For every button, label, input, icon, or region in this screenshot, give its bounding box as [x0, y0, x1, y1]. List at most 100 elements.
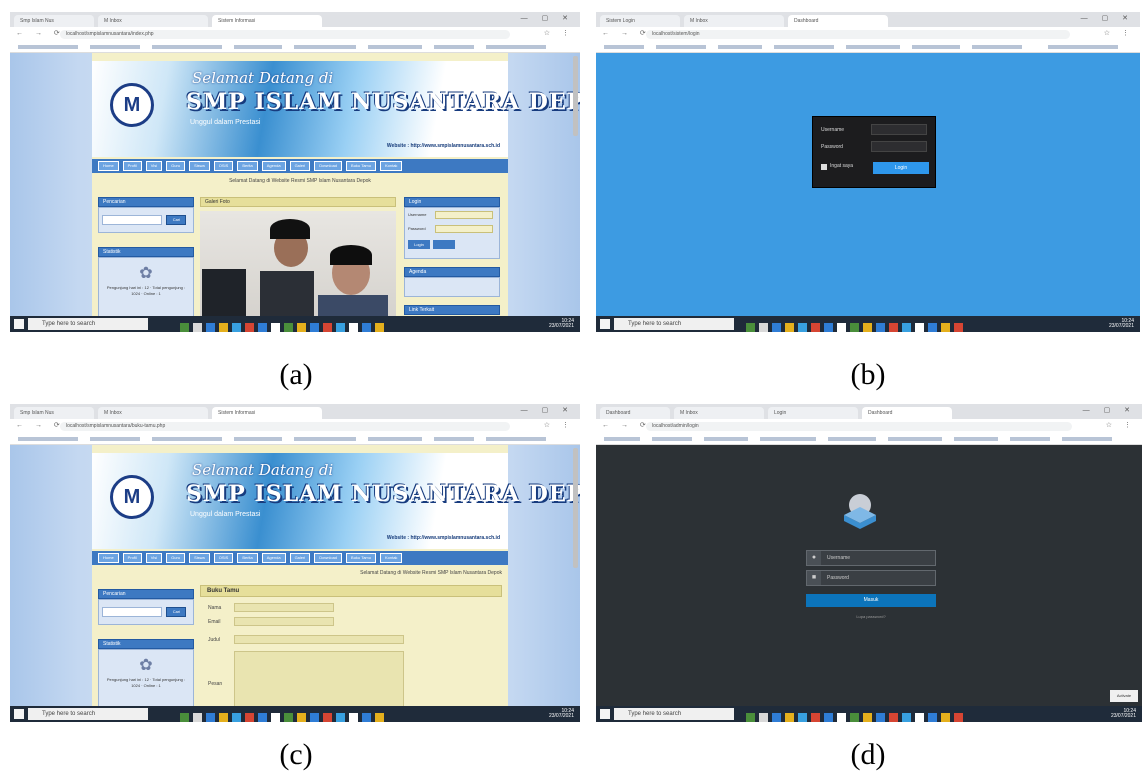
- password-field[interactable]: ■ Password: [806, 570, 936, 586]
- url-field[interactable]: localhost/admin/login: [646, 422, 1072, 431]
- search-input[interactable]: [102, 214, 162, 225]
- taskbar-apps[interactable]: [746, 319, 967, 332]
- url-field[interactable]: localhost/smpislamnusantara/buku-tamu.ph…: [60, 422, 510, 431]
- tab-3[interactable]: Dashboard: [788, 15, 888, 27]
- nav-galeri[interactable]: Galeri: [289, 161, 311, 171]
- nav-arrows-icon[interactable]: ← → ⟳: [16, 421, 65, 429]
- tab-1[interactable]: Sistem Login: [600, 15, 680, 27]
- username-input[interactable]: [871, 124, 927, 135]
- start-icon[interactable]: [600, 319, 610, 329]
- tab-3[interactable]: Sistem Informasi: [212, 15, 322, 27]
- scrollbar[interactable]: [573, 448, 578, 568]
- start-icon[interactable]: [14, 319, 24, 329]
- nav-visi[interactable]: Visi: [145, 161, 163, 171]
- marquee-text: Selamat Datang di Website Resmi SMP Isla…: [229, 178, 371, 184]
- nav-kontak[interactable]: Kontak: [379, 161, 403, 171]
- nav-berita[interactable]: Berita: [237, 161, 258, 171]
- password-input[interactable]: [871, 141, 927, 152]
- nav-arrows-icon[interactable]: ← → ⟳: [602, 421, 651, 429]
- search-box-title: Pencarian: [98, 197, 194, 207]
- search-input[interactable]: [102, 606, 162, 617]
- browser-tools-icon[interactable]: ☆ ⋮: [544, 29, 574, 37]
- nav-home[interactable]: Home: [98, 553, 119, 563]
- tab-2[interactable]: M Inbox: [684, 15, 784, 27]
- browser-tools-icon[interactable]: ☆ ⋮: [1104, 29, 1134, 37]
- nav-arrows-icon[interactable]: ← → ⟳: [16, 29, 65, 37]
- caption-b: (b): [850, 358, 886, 391]
- scrollbar[interactable]: [573, 56, 578, 136]
- start-icon[interactable]: [600, 709, 610, 719]
- nav-osis[interactable]: OSIS: [213, 161, 234, 171]
- taskbar-apps[interactable]: [746, 709, 967, 722]
- reset-button[interactable]: [433, 240, 455, 249]
- login-button[interactable]: Masuk: [806, 594, 936, 607]
- window-controls[interactable]: — ▢ ✕: [1081, 14, 1134, 22]
- window-controls[interactable]: — ▢ ✕: [521, 14, 574, 22]
- start-icon[interactable]: [14, 709, 24, 719]
- nav-agenda[interactable]: Agenda: [261, 161, 286, 171]
- tab-1[interactable]: Smp Islam Nus: [14, 15, 94, 27]
- tab-2[interactable]: M Inbox: [674, 407, 764, 419]
- forgot-password-link[interactable]: Lupa password?: [846, 614, 896, 619]
- search-button[interactable]: Cari: [166, 606, 187, 617]
- nav-profil[interactable]: Profil: [122, 553, 142, 563]
- panel-d: Dashboard M Inbox Login Dashboard — ▢ ✕ …: [596, 404, 1142, 722]
- judul-input[interactable]: [234, 635, 404, 644]
- url-field[interactable]: localhost/sistem/login: [646, 30, 1070, 39]
- taskbar-apps[interactable]: [180, 319, 388, 332]
- browser-tools-icon[interactable]: ☆ ⋮: [1106, 421, 1136, 429]
- nav-guru[interactable]: Guru: [166, 161, 186, 171]
- nama-input[interactable]: [234, 603, 334, 612]
- tab-2[interactable]: M Inbox: [98, 407, 208, 419]
- window-controls[interactable]: — ▢ ✕: [521, 406, 574, 414]
- login-pass-input[interactable]: [435, 225, 493, 233]
- search-button[interactable]: Cari: [166, 214, 187, 225]
- nav-siswa[interactable]: Siswa: [189, 553, 210, 563]
- tab-2[interactable]: M Inbox: [98, 15, 208, 27]
- nav-arrows-icon[interactable]: ← → ⟳: [602, 29, 651, 37]
- tab-3[interactable]: Sistem Informasi: [212, 407, 322, 419]
- login-button[interactable]: Login: [408, 240, 430, 249]
- nav-bukutamu[interactable]: Buku Tamu: [346, 161, 376, 171]
- nav-visi[interactable]: Visi: [145, 553, 163, 563]
- nav-agenda[interactable]: Agenda: [261, 553, 286, 563]
- tab-3[interactable]: Login: [768, 407, 858, 419]
- nav-bukutamu[interactable]: Buku Tamu: [346, 553, 376, 563]
- url-field[interactable]: localhost/smpislamnusantara/index.php: [60, 30, 510, 39]
- nav-osis[interactable]: OSIS: [213, 553, 234, 563]
- taskbar-search[interactable]: Type here to search: [614, 708, 734, 720]
- login-button[interactable]: Login: [873, 162, 929, 174]
- tab-4[interactable]: Dashboard: [862, 407, 952, 419]
- taskbar-clock[interactable]: 10:24 23/07/2021: [549, 709, 574, 719]
- nav-kontak[interactable]: Kontak: [379, 553, 403, 563]
- tab-strip: Dashboard M Inbox Login Dashboard — ▢ ✕: [596, 404, 1142, 419]
- login-user-input[interactable]: [435, 211, 493, 219]
- nav-guru[interactable]: Guru: [166, 553, 186, 563]
- nav-berita[interactable]: Berita: [237, 553, 258, 563]
- stats-text: Pengunjung hari ini : 12 · Total pengunj…: [106, 285, 186, 296]
- tab-1[interactable]: Dashboard: [600, 407, 670, 419]
- tab-1[interactable]: Smp Islam Nus: [14, 407, 94, 419]
- blue-background: [596, 74, 1140, 316]
- browser-tools-icon[interactable]: ☆ ⋮: [544, 421, 574, 429]
- taskbar-apps[interactable]: [180, 709, 388, 722]
- taskbar-clock[interactable]: 10:24 23/07/2021: [1111, 709, 1136, 719]
- activation-toast[interactable]: Activate: [1110, 690, 1138, 702]
- taskbar-search[interactable]: Type here to search: [28, 708, 148, 720]
- taskbar-clock[interactable]: 10:24 23/07/2021: [1109, 319, 1134, 329]
- remember-checkbox[interactable]: [821, 164, 827, 170]
- taskbar-search[interactable]: Type here to search: [28, 318, 148, 330]
- nav-siswa[interactable]: Siswa: [189, 161, 210, 171]
- window-controls[interactable]: — ▢ ✕: [1083, 406, 1136, 414]
- nav-download[interactable]: Download: [314, 553, 343, 563]
- taskbar-search[interactable]: Type here to search: [614, 318, 734, 330]
- school-site: M Selamat Datang di SMP ISLAM NUSANTARA …: [92, 445, 580, 721]
- taskbar-clock[interactable]: 10:24 23/07/2021: [549, 319, 574, 329]
- tab-strip: Smp Islam Nus M Inbox Sistem Informasi —…: [10, 12, 580, 27]
- nav-home[interactable]: Home: [98, 161, 119, 171]
- email-input[interactable]: [234, 617, 334, 626]
- nav-download[interactable]: Download: [314, 161, 343, 171]
- username-field[interactable]: ● Username: [806, 550, 936, 566]
- nav-galeri[interactable]: Galeri: [289, 553, 311, 563]
- nav-profil[interactable]: Profil: [122, 161, 142, 171]
